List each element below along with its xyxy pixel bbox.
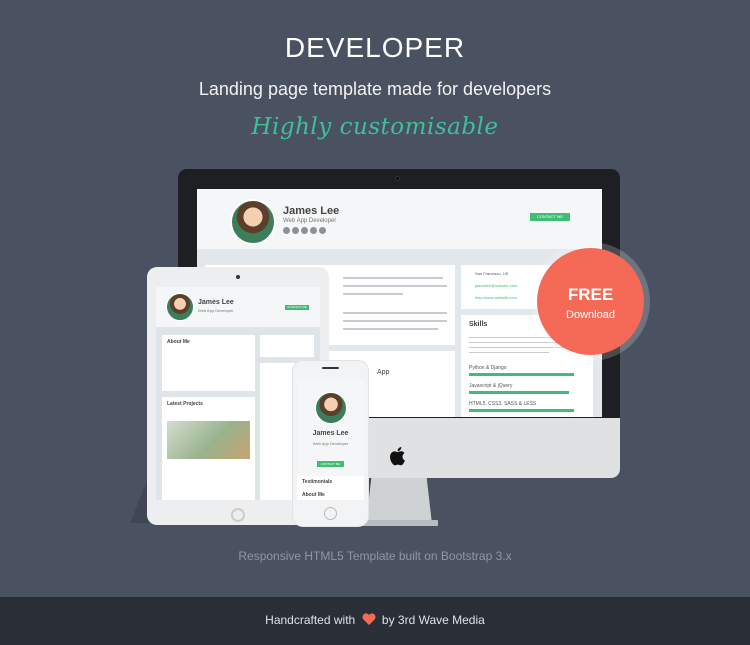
monitor-camera <box>395 176 400 181</box>
footer-credit: Handcrafted with by 3rd Wave Media <box>0 613 750 627</box>
phone-profile-name: James Lee <box>312 430 349 437</box>
phone-profile-role: Web App Developer <box>312 441 349 446</box>
google-plus-icon <box>292 227 299 234</box>
email-text: jameslee@website.com <box>475 283 518 288</box>
profile-avatar <box>230 199 276 245</box>
download-label[interactable]: Download <box>537 309 644 321</box>
twitter-icon <box>283 227 290 234</box>
skill-1-bar <box>469 373 574 376</box>
github-icon <box>310 227 317 234</box>
page-title: DEVELOPER <box>284 32 466 63</box>
stack-overflow-icon <box>319 227 326 234</box>
monitor-base <box>360 520 438 526</box>
tablet-about-heading: About Me <box>167 339 190 345</box>
profile-name: James Lee <box>283 205 340 217</box>
linkedin-icon <box>301 227 308 234</box>
skill-3-label: HTML5, CSS3, SASS & LESS <box>469 401 537 407</box>
apple-logo-icon <box>390 447 405 466</box>
page-subtitle: Landing page template made for developer… <box>198 79 552 99</box>
project-title: App <box>377 369 390 376</box>
tablet-projects-card: Latest Projects <box>162 397 255 500</box>
tablet-contact-button: CONTACT ME <box>285 305 309 310</box>
monitor-stand <box>366 478 432 524</box>
location-text: San Francisco, US <box>475 271 509 276</box>
template-caption: Responsive HTML5 Template built on Boots… <box>238 549 512 563</box>
skill-3-bar <box>469 409 574 412</box>
phone-about-heading: About Me <box>302 492 325 498</box>
heart-icon <box>362 613 376 625</box>
phone-home-button <box>324 507 337 520</box>
phone-speaker <box>322 367 339 369</box>
tablet-project-image <box>167 421 250 459</box>
tablet-about-card: About Me <box>162 335 255 391</box>
page-tagline: Highly customisable <box>251 114 499 140</box>
skill-1-label: Python & Django <box>469 365 507 371</box>
profile-role: Web App Developer <box>283 218 337 224</box>
tablet-projects-heading: Latest Projects <box>167 401 203 407</box>
tablet-profile-role: Web App Developer <box>198 308 234 313</box>
skill-2-bar <box>469 391 569 394</box>
tablet-profile-name: James Lee <box>198 299 234 306</box>
phone-contact-button: CONTACT ME <box>317 461 344 467</box>
phone-header: James Lee Web App Developer CONTACT ME <box>297 380 364 476</box>
footer-author-link[interactable]: by 3rd Wave Media <box>382 613 485 627</box>
tablet-header: James Lee Web App Developer CONTACT ME <box>156 287 320 327</box>
tablet-info-card <box>260 335 314 357</box>
free-label[interactable]: FREE <box>537 285 644 305</box>
phone-avatar <box>315 392 347 424</box>
tablet-avatar <box>166 293 194 321</box>
social-icons <box>283 227 326 234</box>
skill-2-label: Javascript & jQuery <box>469 383 513 389</box>
contact-me-button: CONTACT ME <box>530 213 570 221</box>
tablet-home-button <box>231 508 245 522</box>
website-text: http://www.website.com <box>475 295 517 300</box>
phone-screen: James Lee Web App Developer CONTACT ME T… <box>297 380 364 500</box>
skills-heading: Skills <box>469 321 488 328</box>
tablet-camera <box>236 275 240 279</box>
footer-prefix: Handcrafted with <box>265 613 356 627</box>
mockup-header: James Lee Web App Developer CONTACT ME <box>197 189 602 249</box>
phone-testimonials-heading: Testimonials <box>302 479 333 485</box>
